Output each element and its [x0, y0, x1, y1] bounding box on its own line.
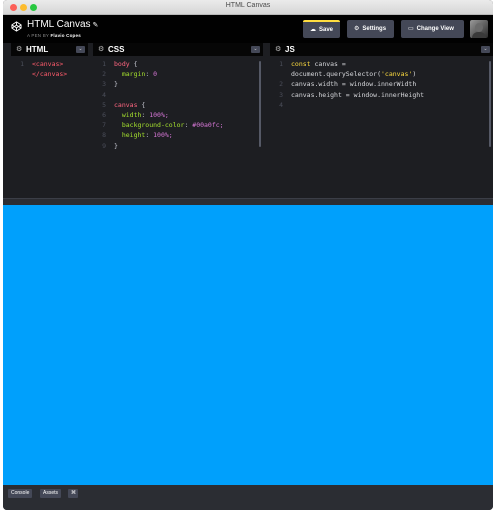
js-scrollbar[interactable] [489, 61, 491, 147]
css-scrollbar[interactable] [259, 61, 261, 147]
pen-header: HTML Canvas ✎ A PEN BY Flavio Copes ☁ Save… [3, 15, 493, 43]
html-code[interactable]: 1 <canvas> </canvas> [11, 56, 88, 79]
author-prefix: A PEN BY [27, 33, 50, 38]
code-line: 5 canvas { [102, 100, 146, 109]
code-line: 4 [279, 100, 283, 109]
js-settings-gear-icon[interactable]: ⚙ [275, 45, 281, 53]
pencil-icon[interactable]: ✎ [93, 22, 99, 29]
change-view-button-label: Change View [416, 26, 454, 32]
code-line: 3 canvas.height = window.innerHeight [279, 90, 425, 99]
css-code[interactable]: 1 body { 2 margin: 0 3} 4 5 canvas { 6 wid… [93, 56, 263, 151]
settings-button[interactable]: ⚙ Settings [347, 20, 394, 38]
js-code[interactable]: 1 const canvas = document.querySelector('… [270, 56, 493, 110]
author-name-link[interactable]: Flavio Copes [50, 33, 80, 38]
html-editor-pane: ⚙ HTML ⌄ 1 <canvas> </canvas> [11, 43, 88, 198]
code-line: </canvas> [32, 70, 68, 79]
window-title: HTML Canvas [225, 2, 271, 9]
code-line: 2 margin: 0 [102, 70, 158, 79]
code-line: 4 [102, 90, 106, 99]
editor-resize-handle[interactable] [3, 198, 493, 205]
save-button-label: Save [319, 27, 334, 33]
footer-bar: Console Assets ⌘ [3, 485, 493, 510]
js-editor-pane: ⚙ JS ⌄ 1 const canvas = document.querySel… [270, 43, 493, 198]
code-line: 6 width: 100%; [102, 110, 169, 119]
save-button[interactable]: ☁ Save [303, 20, 340, 38]
user-avatar[interactable] [470, 20, 488, 38]
code-line: 9} [102, 141, 118, 150]
code-line: 2 canvas.width = window.innerWidth [279, 80, 417, 89]
settings-button-label: Settings [362, 26, 387, 32]
app-window: HTML Canvas HTML Canvas ✎ A PEN BY Flavio… [3, 0, 493, 510]
code-line: 1 const canvas = [279, 60, 346, 68]
change-view-button[interactable]: ▭ Change View [401, 20, 464, 38]
window-titlebar: HTML Canvas [3, 0, 493, 15]
assets-button[interactable]: Assets [40, 489, 62, 498]
gear-icon: ⚙ [354, 26, 360, 32]
codepen-logo-icon[interactable] [11, 21, 22, 32]
html-pane-chevron-down-icon[interactable]: ⌄ [76, 46, 85, 53]
html-pane-header: ⚙ HTML ⌄ [11, 43, 88, 56]
pen-title[interactable]: HTML Canvas ✎ [27, 19, 98, 30]
css-pane-chevron-down-icon[interactable]: ⌄ [251, 46, 260, 53]
editors-area: ⚙ HTML ⌄ 1 <canvas> </canvas> ⚙ CSS ⌄ 1 bo… [3, 43, 493, 198]
pen-author: A PEN BY Flavio Copes [27, 33, 81, 38]
css-pane-header: ⚙ CSS ⌄ [93, 43, 263, 56]
js-pane-chevron-down-icon[interactable]: ⌄ [481, 46, 490, 53]
js-pane-header: ⚙ JS ⌄ [270, 43, 493, 56]
code-line: 8 height: 100%; [102, 131, 173, 140]
code-line: document.querySelector('canvas') [291, 70, 417, 79]
pen-title-text: HTML Canvas [27, 19, 91, 30]
css-editor-pane: ⚙ CSS ⌄ 1 body { 2 margin: 0 3} 4 5 canvas… [93, 43, 263, 198]
css-pane-title: CSS [108, 45, 125, 54]
layout-icon: ▭ [408, 26, 414, 32]
code-line: 3} [102, 80, 118, 89]
js-pane-title: JS [285, 45, 295, 54]
result-preview[interactable] [3, 205, 493, 485]
code-line: 1 body { [102, 60, 138, 68]
code-line: 1 <canvas> [20, 60, 64, 68]
keyboard-shortcuts-button[interactable]: ⌘ [68, 489, 78, 498]
html-settings-gear-icon[interactable]: ⚙ [16, 45, 22, 53]
console-button[interactable]: Console [8, 489, 33, 498]
css-settings-gear-icon[interactable]: ⚙ [98, 45, 104, 53]
cloud-icon: ☁ [310, 27, 316, 33]
code-line: 7 background-color: #00a0fc; [102, 121, 224, 130]
html-pane-title: HTML [26, 45, 49, 54]
